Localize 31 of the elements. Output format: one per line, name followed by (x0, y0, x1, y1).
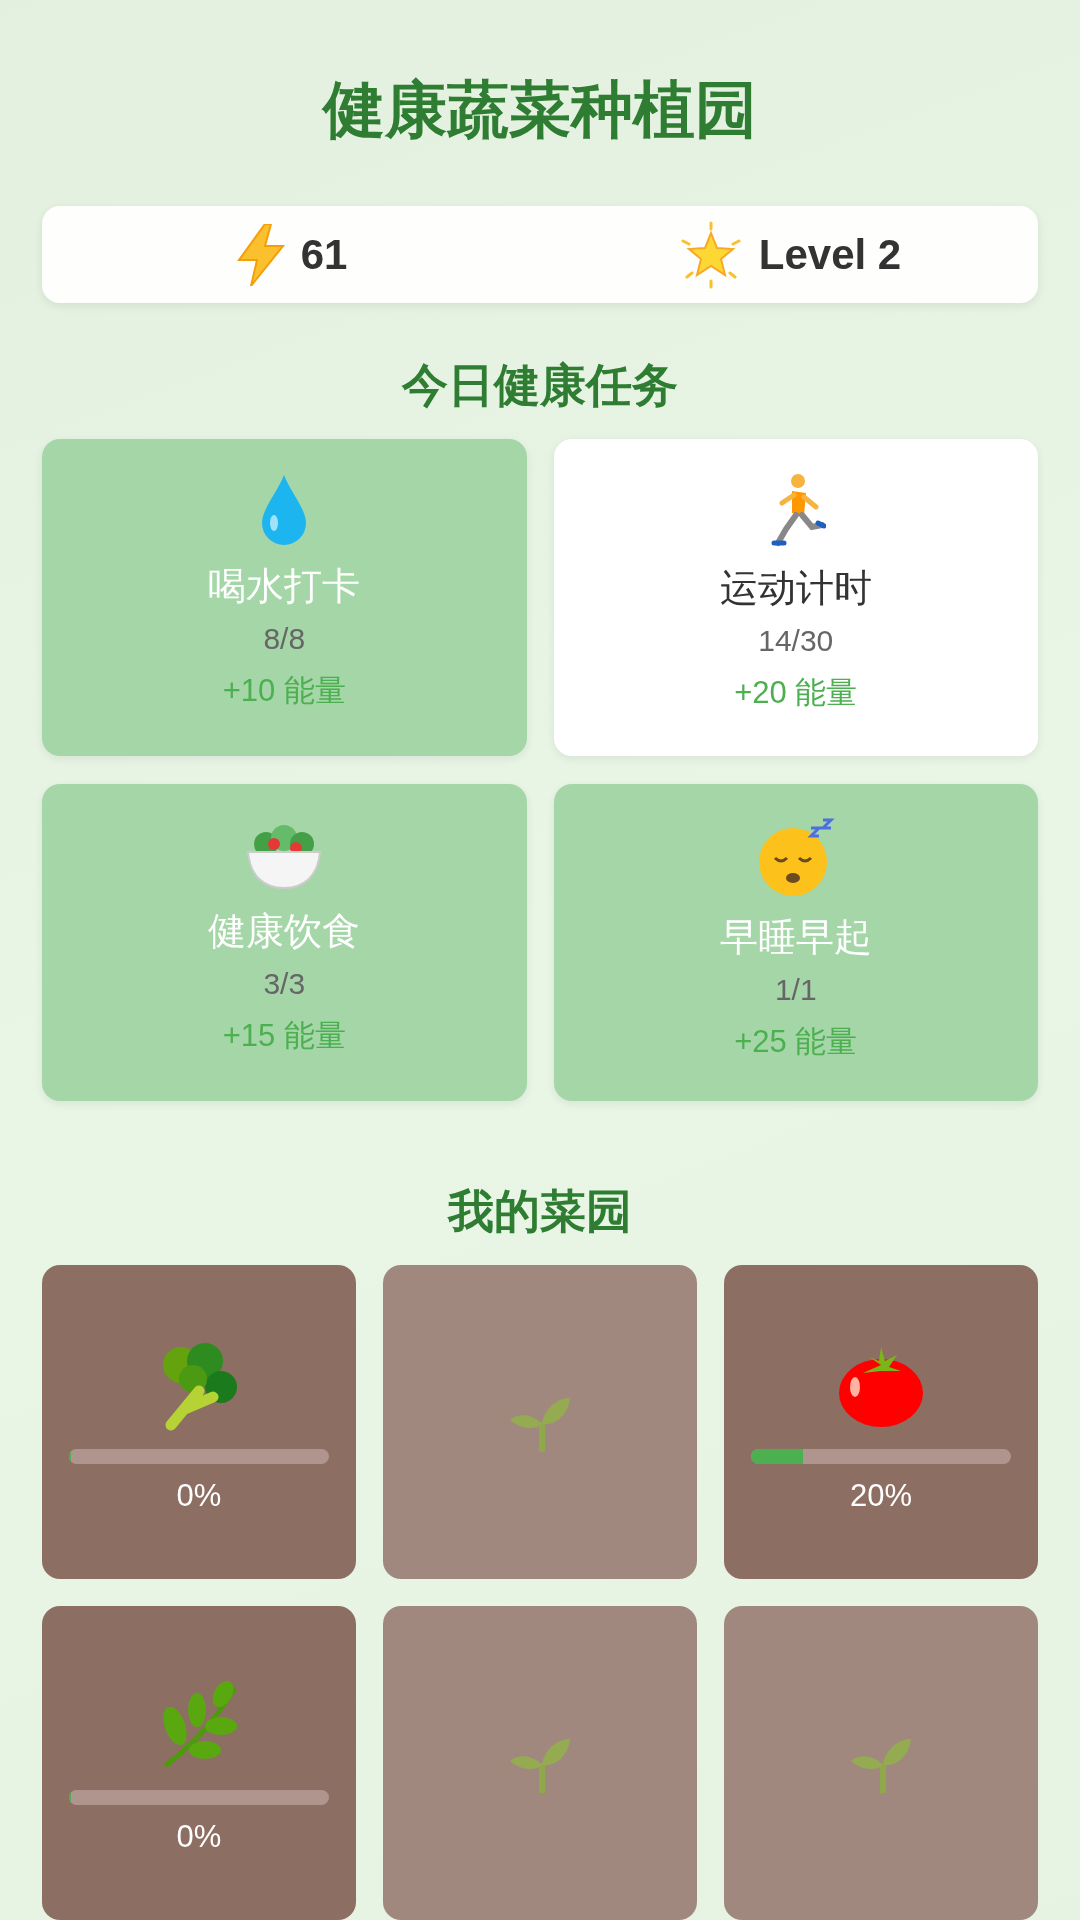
task-name: 健康饮食 (208, 908, 361, 955)
task-name: 运动计时 (719, 565, 872, 612)
empty-plot[interactable] (724, 1606, 1038, 1920)
section-title: 我的菜园 (446, 1183, 633, 1240)
task-progress: 1/1 (774, 972, 817, 1008)
task-name: 喝水打卡 (208, 563, 361, 610)
task-progress: 3/3 (263, 966, 306, 1002)
lightning-icon (234, 223, 287, 286)
level-label: Level 2 (758, 230, 902, 279)
empty-plot[interactable] (383, 1606, 697, 1920)
garden-plot[interactable]: 20% (724, 1265, 1038, 1579)
task-progress: 8/8 (263, 621, 306, 657)
app-title: 健康蔬菜种植园 (320, 72, 758, 148)
energy-count: 61 (300, 230, 348, 279)
garden-plot[interactable]: 0% (42, 1606, 356, 1920)
task-name: 早睡早起 (719, 914, 872, 961)
growth-percent: 0% (176, 1819, 222, 1855)
empty-plot[interactable] (383, 1265, 697, 1579)
task-card[interactable]: 早睡早起 1/1 +25 能量 (553, 784, 1038, 1101)
task-card[interactable]: 健康饮食 3/3 +15 能量 (42, 784, 527, 1101)
task-reward: +20 能量 (734, 674, 858, 712)
task-reward: +25 能量 (734, 1023, 858, 1061)
task-card[interactable]: 运动计时 14/30 +20 能量 (553, 439, 1038, 756)
garden-plot[interactable]: 0% (42, 1265, 356, 1579)
growth-percent: 20% (849, 1478, 912, 1514)
growth-percent: 0% (176, 1478, 222, 1514)
task-reward: +15 能量 (222, 1017, 346, 1055)
section-title: 今日健康任务 (401, 357, 679, 414)
task-card[interactable]: 喝水打卡 8/8 +10 能量 (42, 439, 527, 756)
task-reward: +10 能量 (222, 672, 346, 710)
task-progress: 14/30 (758, 623, 834, 659)
